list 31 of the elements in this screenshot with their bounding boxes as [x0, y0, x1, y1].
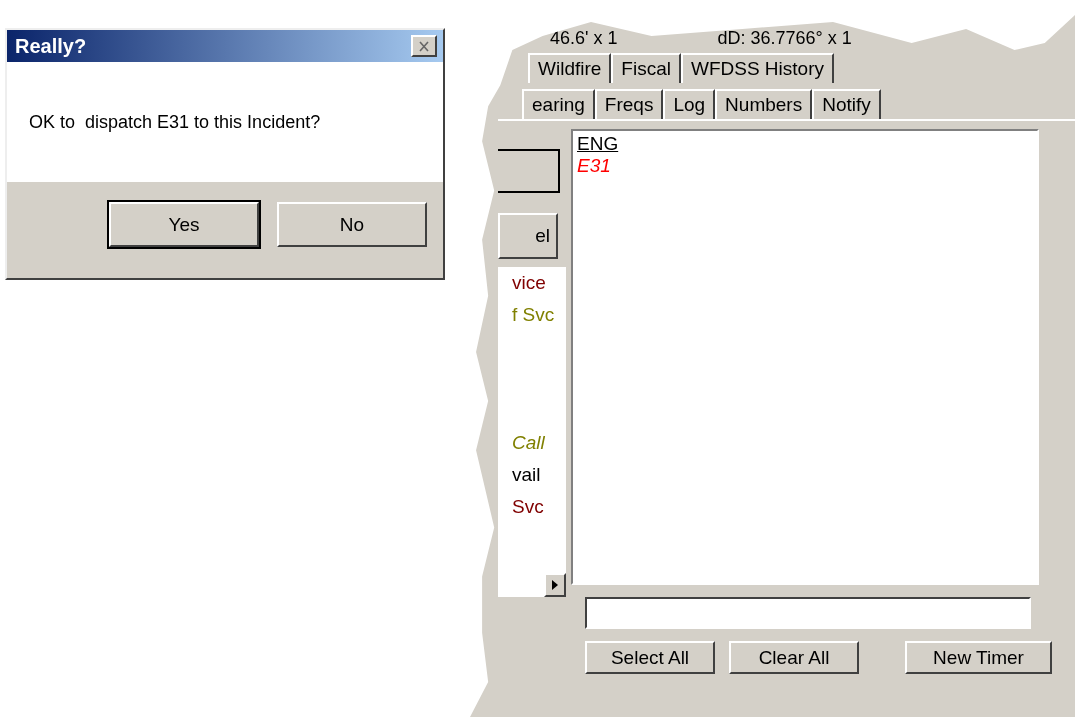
side-button[interactable]: el: [498, 213, 558, 259]
dialog-button[interactable]: No: [277, 202, 427, 247]
button-fragment[interactable]: [498, 149, 560, 193]
dialog-message: OK to dispatch E31 to this Incident?: [29, 111, 321, 133]
list-item[interactable]: Svc: [512, 491, 544, 523]
window-title: Really?: [15, 34, 87, 58]
tab[interactable]: Numbers: [715, 89, 813, 119]
list-item[interactable]: Call: [512, 427, 545, 459]
list-item[interactable]: vice: [512, 267, 546, 299]
tab[interactable]: Log: [663, 89, 716, 119]
list-item[interactable]: E31: [577, 155, 1033, 177]
dialog-button[interactable]: Yes: [109, 202, 259, 247]
scroll-right-button[interactable]: [544, 573, 566, 597]
list-header: ENG: [577, 133, 620, 155]
tab[interactable]: Notify: [812, 89, 881, 119]
tab[interactable]: earing: [522, 89, 595, 119]
tab[interactable]: Wildfire: [528, 53, 612, 83]
coordinate-readout: dD: 36.7766° x 1: [717, 28, 852, 49]
close-icon: [418, 40, 430, 52]
right-arrow-icon: [552, 580, 558, 590]
input-field[interactable]: [585, 597, 1031, 629]
tab[interactable]: Fiscal: [611, 53, 681, 83]
action-button[interactable]: New Timer: [905, 641, 1052, 674]
action-button[interactable]: Clear All: [729, 641, 859, 674]
action-button[interactable]: Select All: [585, 641, 715, 674]
close-button[interactable]: [411, 35, 437, 57]
coordinate-readout: 46.6' x 1: [550, 28, 618, 49]
tab[interactable]: WFDSS History: [680, 53, 834, 83]
list-item[interactable]: f Svc: [512, 299, 555, 331]
list-item[interactable]: vail: [512, 459, 541, 491]
tab[interactable]: Freqs: [594, 89, 664, 119]
